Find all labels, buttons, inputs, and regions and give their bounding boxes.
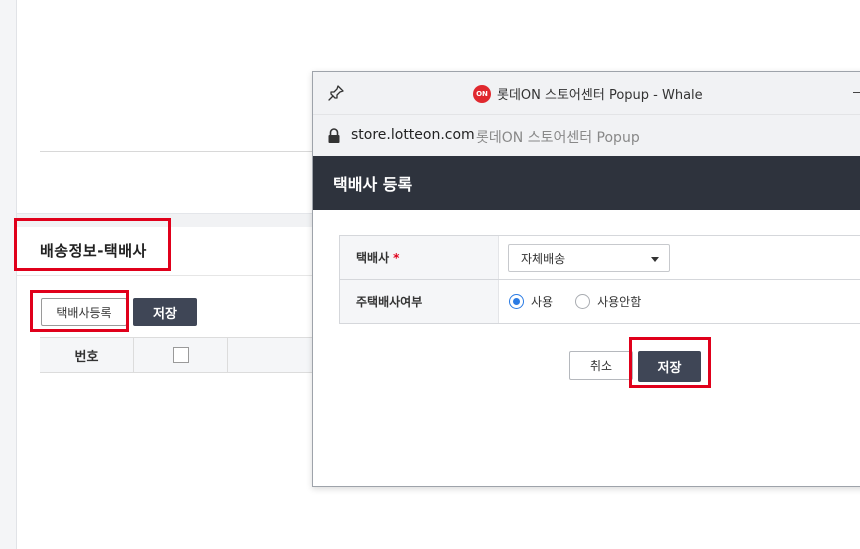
url-page-title: 롯데ON 스토어센터 Popup	[476, 130, 640, 146]
caret-down-icon	[651, 257, 659, 262]
select-all-checkbox[interactable]	[172, 347, 189, 363]
carrier-form: 택배사 * 자체배송 주택배사여부 사용 사용안함	[339, 235, 860, 324]
main-carrier-radio-group: 사용 사용안함	[509, 280, 663, 323]
main-carrier-label: 주택배사여부	[339, 280, 499, 323]
section-band	[17, 213, 317, 227]
form-row-main-carrier: 주택배사여부 사용 사용안함	[339, 280, 860, 324]
lotteon-logo: ON	[473, 84, 491, 103]
cancel-button[interactable]: 취소	[569, 351, 633, 380]
pin-icon[interactable]	[327, 84, 345, 102]
table-header: 번호	[40, 337, 320, 373]
divider	[40, 151, 320, 152]
section-title: 배송정보-택배사	[40, 242, 147, 260]
window-title: ON 롯데ON 스토어센터 Popup - Whale	[473, 84, 703, 103]
radio-use-label[interactable]: 사용	[531, 293, 553, 310]
form-row-carrier: 택배사 * 자체배송	[339, 236, 860, 280]
popup-window: ON 롯데ON 스토어센터 Popup - Whale store.lotteo…	[312, 71, 860, 487]
window-titlebar: ON 롯데ON 스토어센터 Popup - Whale	[313, 72, 860, 114]
register-carrier-button[interactable]: 택배사등록	[41, 298, 127, 326]
divider	[17, 275, 317, 276]
column-header-select	[134, 338, 228, 372]
popup-save-button[interactable]: 저장	[638, 351, 701, 382]
dialog-title: 택배사 등록	[313, 156, 860, 210]
radio-use[interactable]	[509, 294, 524, 309]
carrier-label-text: 택배사	[356, 251, 390, 265]
column-header-number: 번호	[40, 338, 134, 372]
left-rail	[0, 0, 17, 549]
radio-not-use-label[interactable]: 사용안함	[597, 293, 641, 310]
url-host[interactable]: store.lotteon.com	[351, 127, 475, 143]
address-bar: store.lotteon.com 롯데ON 스토어센터 Popup	[313, 114, 860, 156]
minimize-icon[interactable]	[853, 92, 860, 93]
window-title-text: 롯데ON 스토어센터 Popup - Whale	[497, 88, 703, 103]
carrier-selected-value: 자체배송	[521, 251, 566, 266]
carrier-select[interactable]: 자체배송	[508, 244, 670, 272]
radio-not-use[interactable]	[575, 294, 591, 309]
carrier-label: 택배사 *	[339, 236, 499, 279]
required-mark: *	[393, 250, 400, 265]
lock-icon	[328, 128, 340, 143]
save-button[interactable]: 저장	[133, 298, 197, 326]
